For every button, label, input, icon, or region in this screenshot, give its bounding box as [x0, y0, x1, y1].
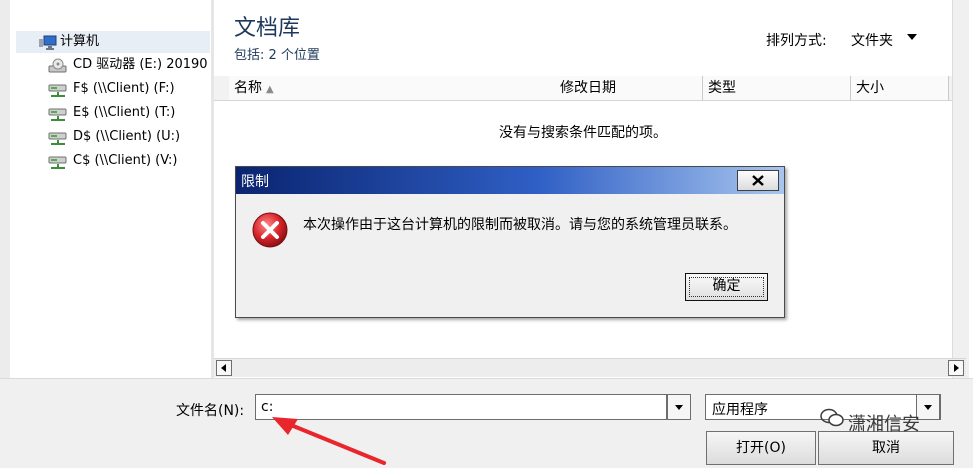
dialog-close-button[interactable] [737, 170, 779, 191]
network-drive-icon [48, 84, 67, 97]
column-header-row: 名称 ▲ 修改日期 类型 大小 [214, 76, 952, 101]
nav-item-drive-u[interactable]: D$ (\\Client) (U:) [48, 126, 210, 148]
computer-icon [39, 35, 57, 50]
chevron-down-icon[interactable] [906, 33, 918, 41]
empty-results-message: 没有与搜索条件匹配的项。 [499, 125, 667, 141]
annotation-arrow-icon [272, 417, 386, 465]
nav-item-label: CD 驱动器 (E:) 20190 [73, 57, 208, 72]
arrow-right-icon [954, 364, 959, 372]
library-subtitle[interactable]: 包括: 2 个位置 [234, 44, 320, 63]
nav-item-label: C$ (\\Client) (V:) [73, 153, 178, 168]
restriction-dialog: 限制 本次操作由于这台计算机的限制而被取消。请与您的系统管理员联系。 确定 [235, 166, 785, 318]
dialog-title-bar[interactable]: 限制 [236, 167, 784, 194]
nav-item-label: D$ (\\Client) (U:) [73, 129, 181, 144]
column-header-size[interactable]: 大小 [851, 76, 949, 100]
error-icon [252, 212, 288, 248]
network-drive-icon [48, 156, 67, 169]
wechat-logo-icon [820, 408, 844, 427]
sort-label: 排列方式: [766, 33, 827, 49]
network-drive-icon [48, 132, 67, 145]
navigation-pane: 计算机 CD 驱动器 (E:) 20190 F$ (\\Client) (F:)… [0, 0, 211, 378]
chevron-down-icon [675, 405, 683, 410]
ok-button-label: 确定 [712, 278, 741, 294]
cancel-button[interactable]: 取消 [818, 431, 954, 465]
ok-button[interactable]: 确定 [685, 273, 768, 301]
nav-item-computer[interactable]: 计算机 [16, 31, 210, 53]
column-header-date[interactable]: 修改日期 [555, 76, 703, 100]
library-title: 文档库 [234, 16, 301, 41]
filename-dropdown-button[interactable] [667, 394, 691, 420]
column-header-type[interactable]: 类型 [703, 76, 851, 100]
nav-item-drive-v[interactable]: C$ (\\Client) (V:) [48, 150, 210, 172]
scroll-right-button[interactable] [948, 360, 964, 376]
chevron-down-icon [924, 405, 932, 410]
nav-item-label: 计算机 [60, 34, 100, 49]
sort-dropdown[interactable]: 文件夹 [851, 30, 893, 50]
vertical-scrollbar[interactable] [952, 0, 969, 378]
arrow-left-icon [221, 364, 226, 372]
navigation-pane-edge [0, 0, 10, 378]
filename-label: 文件名(N): [176, 403, 245, 419]
nav-item-cd-drive[interactable]: CD 驱动器 (E:) 20190 [48, 54, 210, 76]
column-header-label: 大小 [856, 80, 884, 96]
nav-item-label: F$ (\\Client) (F:) [73, 81, 175, 96]
horizontal-scrollbar[interactable] [214, 358, 966, 377]
close-icon [752, 175, 764, 186]
cd-drive-icon [48, 58, 67, 73]
column-header-name[interactable]: 名称 ▲ [229, 76, 569, 100]
network-drive-icon [48, 108, 67, 121]
pane-splitter[interactable] [211, 0, 214, 378]
scroll-left-button[interactable] [216, 360, 232, 376]
dialog-title: 限制 [241, 174, 269, 190]
nav-item-drive-t[interactable]: E$ (\\Client) (T:) [48, 102, 210, 124]
open-button[interactable]: 打开(O) [706, 431, 816, 465]
nav-item-drive-f[interactable]: F$ (\\Client) (F:) [48, 78, 210, 100]
watermark-text: 潇湘信安 [848, 414, 920, 435]
sort-ascending-icon: ▲ [266, 84, 274, 95]
dialog-message: 本次操作由于这台计算机的限制而被取消。请与您的系统管理员联系。 [303, 217, 737, 233]
column-header-label: 类型 [708, 80, 736, 96]
column-header-label: 名称 [234, 80, 262, 96]
nav-item-label: E$ (\\Client) (T:) [73, 105, 176, 120]
column-header-label: 修改日期 [560, 80, 616, 96]
